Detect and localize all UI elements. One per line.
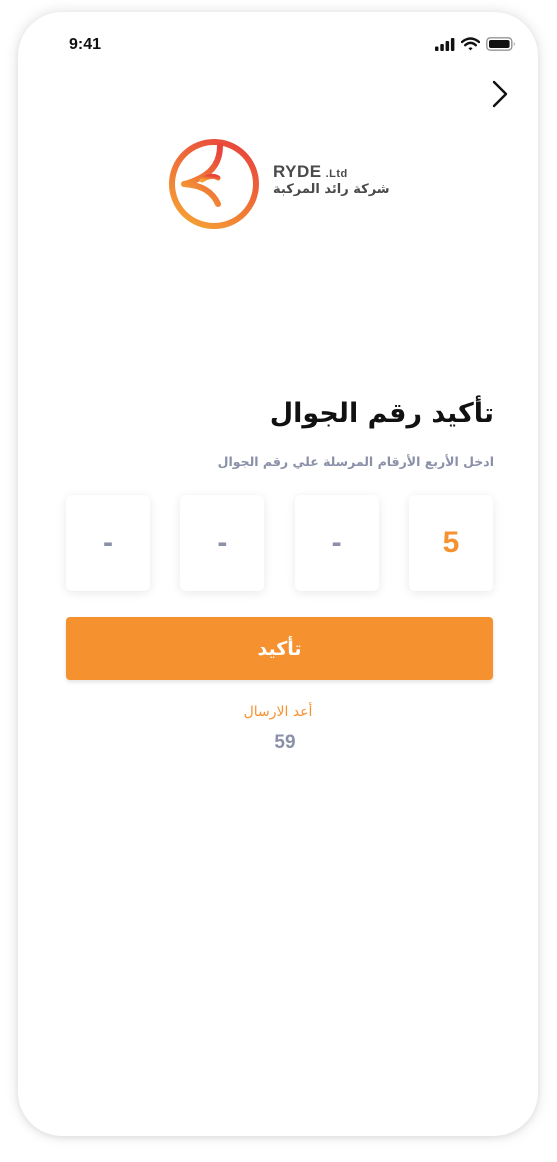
cellular-signal-icon	[435, 36, 455, 55]
logo-brand-name: RYDE	[273, 162, 322, 181]
screen: 9:41 RYDE .Ltd شركة رائد المركبة تأكيد ر…	[0, 0, 557, 1162]
status-time: 9:41	[69, 36, 102, 53]
battery-icon	[486, 36, 516, 55]
company-logo: RYDE .Ltd شركة رائد المركبة	[168, 138, 398, 232]
logo-brand-en: RYDE .Ltd	[273, 162, 348, 182]
back-button[interactable]	[486, 80, 514, 112]
otp-input-group: - - - 5	[66, 495, 493, 591]
resend-countdown: 59	[274, 732, 296, 753]
phone-frame: 9:41 RYDE .Ltd شركة رائد المركبة تأكيد ر…	[18, 12, 538, 1136]
otp-digit-2[interactable]: -	[294, 495, 379, 591]
otp-digit-3[interactable]: -	[180, 495, 265, 591]
resend-link[interactable]: أعد الارسال	[18, 704, 538, 720]
otp-digit-1[interactable]: 5	[408, 495, 493, 591]
logo-brand-ar: شركة رائد المركبة	[273, 182, 390, 197]
confirm-button[interactable]: تأكيد	[66, 617, 493, 680]
status-icons	[435, 36, 516, 54]
wifi-icon	[460, 36, 481, 55]
ryde-logo-icon	[168, 138, 260, 230]
page-subtitle: ادخل الأربع الأرقام المرسلة علي رقم الجو…	[217, 454, 494, 469]
chevron-right-icon	[492, 80, 508, 112]
page-title: تأكيد رقم الجوال	[269, 398, 494, 429]
logo-ltd: .Ltd	[325, 168, 348, 180]
otp-digit-4[interactable]: -	[66, 495, 150, 591]
